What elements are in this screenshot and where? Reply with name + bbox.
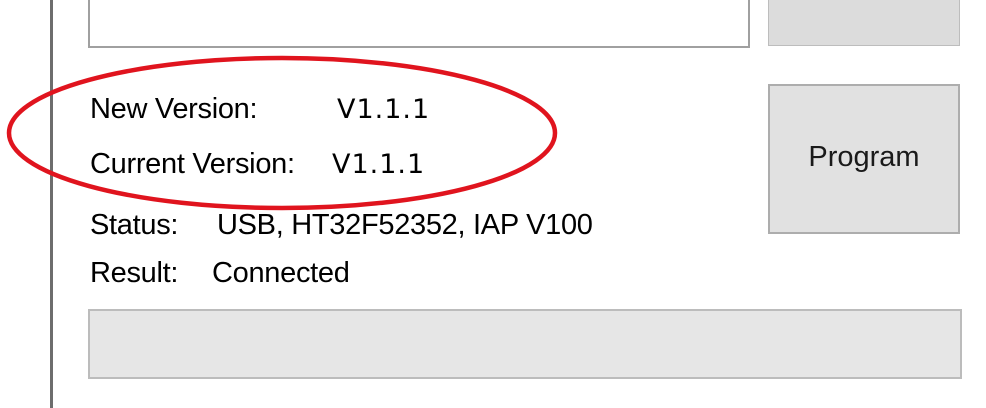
file-path-field[interactable]: [88, 0, 750, 48]
program-button-label: Program: [808, 140, 920, 173]
current-version-label: Current Version:: [90, 148, 295, 180]
status-value: USB, HT32F52352, IAP V100: [217, 209, 593, 241]
new-version-label: New Version:: [90, 93, 258, 125]
status-label: Status:: [90, 209, 179, 241]
program-button[interactable]: Program: [768, 84, 960, 234]
progress-bar: [88, 309, 962, 379]
result-label: Result:: [90, 257, 179, 289]
result-value: Connected: [212, 257, 350, 289]
new-version-value: V1.1.1: [337, 94, 431, 125]
browse-button[interactable]: [768, 0, 960, 46]
current-version-value: V1.1.1: [332, 149, 426, 180]
